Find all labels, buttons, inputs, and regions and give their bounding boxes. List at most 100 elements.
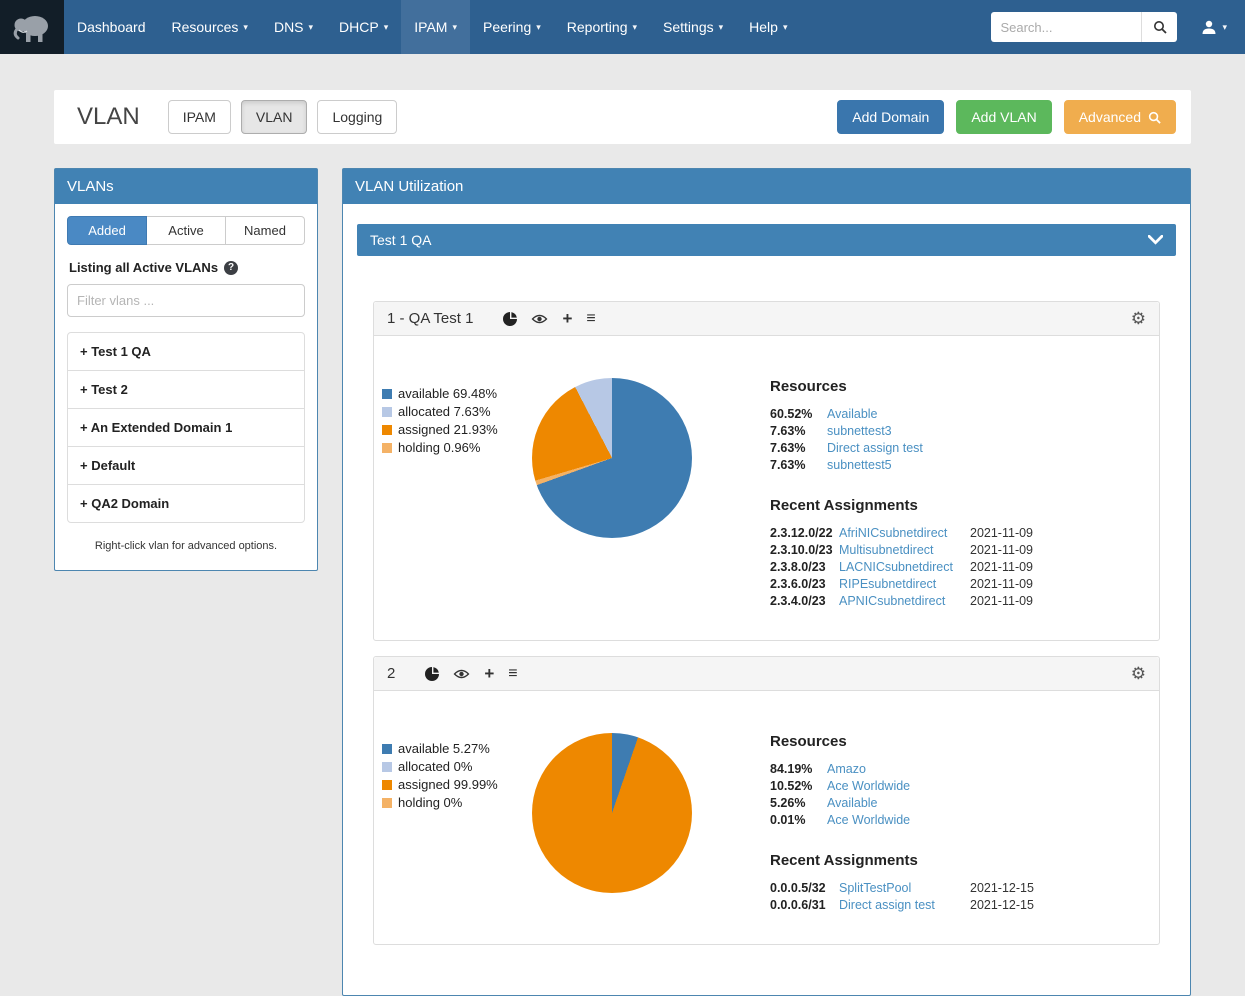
nav-item-label: Settings <box>663 19 714 35</box>
vlan-filter-input[interactable] <box>67 284 305 317</box>
add-domain-button[interactable]: Add Domain <box>837 100 944 134</box>
legend-swatch <box>382 744 392 754</box>
resource-row: 60.52%Available <box>770 406 1149 423</box>
vlan-list-item[interactable]: + Test 1 QA <box>68 333 304 371</box>
menu-icon[interactable]: ≡ <box>508 666 517 682</box>
plus-icon[interactable]: + <box>562 310 572 327</box>
user-menu[interactable]: ▾ <box>1191 19 1237 35</box>
vlan-utilization-body: Test 1 QA 1 - QA Test 1 + ≡ ⚙ <box>343 204 1190 995</box>
resource-link[interactable]: subnettest5 <box>827 457 892 474</box>
resource-link[interactable]: Available <box>827 406 878 423</box>
resource-link[interactable]: Ace Worldwide <box>827 778 910 795</box>
resource-percent: 7.63% <box>770 457 827 474</box>
nav-item-label: Resources <box>172 19 239 35</box>
pie-chart-icon[interactable] <box>425 667 439 681</box>
vlan-list-item[interactable]: + Test 2 <box>68 371 304 409</box>
nav-item-reporting[interactable]: Reporting▾ <box>554 0 650 54</box>
pie-chart-icon[interactable] <box>503 312 517 326</box>
app-logo[interactable] <box>0 0 64 54</box>
search-icon <box>1148 111 1161 124</box>
assignment-row: 0.0.0.6/31Direct assign test2021-12-15 <box>770 897 1149 914</box>
gear-icon[interactable]: ⚙ <box>1131 665 1146 682</box>
search-button[interactable] <box>1141 12 1177 42</box>
nav-item-dhcp[interactable]: DHCP▾ <box>326 0 401 54</box>
nav-item-dns[interactable]: DNS▾ <box>261 0 326 54</box>
nav-item-dashboard[interactable]: Dashboard <box>64 0 159 54</box>
assignment-cidr: 2.3.4.0/23 <box>770 593 839 610</box>
resource-link[interactable]: Available <box>827 795 878 812</box>
resource-link[interactable]: subnettest3 <box>827 423 892 440</box>
assignment-date: 2021-12-15 <box>970 897 1149 914</box>
assignment-link[interactable]: Multisubnetdirect <box>839 542 970 559</box>
resource-percent: 5.26% <box>770 795 827 812</box>
assignment-link[interactable]: RIPEsubnetdirect <box>839 576 970 593</box>
help-icon[interactable]: ? <box>224 261 238 275</box>
assignment-link[interactable]: APNICsubnetdirect <box>839 593 970 610</box>
vlan-utilization-header: VLAN Utilization <box>343 169 1190 204</box>
chevron-down-icon[interactable] <box>1148 235 1163 245</box>
assignment-row: 2.3.6.0/23RIPEsubnetdirect2021-11-09 <box>770 576 1149 593</box>
nav-item-ipam[interactable]: IPAM▾ <box>401 0 470 54</box>
nav-item-peering[interactable]: Peering▾ <box>470 0 554 54</box>
legend-swatch <box>382 425 392 435</box>
vlan-list-item[interactable]: + QA2 Domain <box>68 485 304 522</box>
assignment-date: 2021-11-09 <box>970 525 1149 542</box>
nav-item-resources[interactable]: Resources ▾ <box>159 0 261 54</box>
resource-link[interactable]: Direct assign test <box>827 440 923 457</box>
assignment-cidr: 2.3.8.0/23 <box>770 559 839 576</box>
chevron-down-icon: ▾ <box>783 22 788 33</box>
main-nav: DashboardResources▾DNS▾DHCP▾IPAM▾Peering… <box>64 0 800 54</box>
legend-label: holding 0.96% <box>398 440 480 455</box>
vlan-card-body: available 69.48%allocated 7.63%assigned … <box>374 336 1159 640</box>
advanced-button[interactable]: Advanced <box>1064 100 1176 134</box>
card-details: Resources 60.52%Available7.63%subnettest… <box>770 378 1149 610</box>
assignments-list: 2.3.12.0/22AfriNICsubnetdirect2021-11-09… <box>770 525 1149 610</box>
card-title: 2 <box>387 665 395 682</box>
vlan-card-header: 1 - QA Test 1 + ≡ ⚙ <box>374 302 1159 336</box>
vlan-card: 2 + ≡ ⚙ available 5.27%allocated 0%assig… <box>373 656 1160 945</box>
resource-link[interactable]: Amazo <box>827 761 866 778</box>
gear-icon[interactable]: ⚙ <box>1131 310 1146 327</box>
assignment-date: 2021-11-09 <box>970 576 1149 593</box>
legend-swatch <box>382 389 392 399</box>
vlan-card-body: available 5.27%allocated 0%assigned 99.9… <box>374 691 1159 944</box>
legend-item: available 69.48% <box>382 386 532 401</box>
assignment-link[interactable]: Direct assign test <box>839 897 970 914</box>
card-details: Resources 84.19%Amazo10.52%Ace Worldwide… <box>770 733 1149 914</box>
card-toolbar: + ≡ <box>503 310 595 327</box>
legend-item: available 5.27% <box>382 741 532 756</box>
tab-vlan[interactable]: VLAN <box>241 100 308 134</box>
nav-item-settings[interactable]: Settings▾ <box>650 0 736 54</box>
tab-logging[interactable]: Logging <box>317 100 397 134</box>
add-vlan-button[interactable]: Add VLAN <box>956 100 1051 134</box>
assignment-link[interactable]: SplitTestPool <box>839 880 970 897</box>
domain-section-header[interactable]: Test 1 QA <box>357 224 1176 256</box>
vlan-list-item[interactable]: + An Extended Domain 1 <box>68 409 304 447</box>
assignment-cidr: 2.3.10.0/23 <box>770 542 839 559</box>
chevron-down-icon: ▾ <box>243 22 248 33</box>
eye-icon[interactable] <box>453 668 470 680</box>
legend-swatch <box>382 780 392 790</box>
plus-icon[interactable]: + <box>484 665 494 682</box>
segment-added[interactable]: Added <box>67 216 147 245</box>
recent-assignments-heading: Recent Assignments <box>770 852 1149 869</box>
segment-named[interactable]: Named <box>226 216 305 245</box>
nav-item-label: DNS <box>274 19 304 35</box>
nav-item-help[interactable]: Help▾ <box>736 0 800 54</box>
resource-link[interactable]: Ace Worldwide <box>827 812 910 829</box>
assignment-link[interactable]: AfriNICsubnetdirect <box>839 525 970 542</box>
legend-item: holding 0% <box>382 795 532 810</box>
resources-list: 60.52%Available7.63%subnettest37.63%Dire… <box>770 406 1149 474</box>
navbar-right: ▾ <box>991 0 1245 54</box>
legend-swatch <box>382 762 392 772</box>
menu-icon[interactable]: ≡ <box>586 311 595 327</box>
pie-chart <box>532 733 692 893</box>
segment-active[interactable]: Active <box>147 216 226 245</box>
legend-label: allocated 0% <box>398 759 472 774</box>
assignment-cidr: 2.3.6.0/23 <box>770 576 839 593</box>
vlan-list-item[interactable]: + Default <box>68 447 304 485</box>
search-input[interactable] <box>991 12 1141 42</box>
assignment-link[interactable]: LACNICsubnetdirect <box>839 559 970 576</box>
tab-ipam[interactable]: IPAM <box>168 100 231 134</box>
eye-icon[interactable] <box>531 313 548 325</box>
